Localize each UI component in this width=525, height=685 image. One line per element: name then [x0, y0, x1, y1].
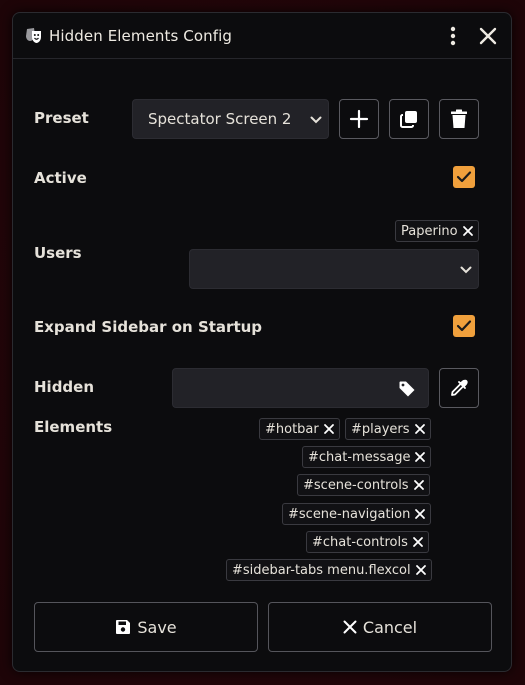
add-preset-button[interactable] — [339, 99, 379, 139]
preset-selected-value: Spectator Screen 2 — [148, 110, 292, 128]
kebab-menu-icon[interactable] — [443, 24, 463, 48]
hidden-tag-label: #chat-message — [308, 449, 411, 465]
hidden-tag-label: #scene-controls — [303, 477, 409, 493]
theater-mask-icon — [26, 27, 41, 43]
active-checkbox[interactable] — [453, 166, 475, 188]
preset-label: Preset — [34, 109, 89, 127]
hidden-label-line1: Hidden — [34, 378, 95, 396]
hidden-tag-hotbar: #hotbar — [259, 418, 340, 440]
checkmark-icon — [456, 171, 472, 183]
hidden-label-line2: Elements — [34, 418, 113, 436]
window-title: Hidden Elements Config — [49, 26, 233, 45]
hidden-tag-label: #hotbar — [265, 421, 319, 437]
hidden-tag-label: #sidebar-tabs menu.flexcol — [232, 562, 411, 578]
eyedropper-icon — [451, 379, 468, 396]
config-window: Hidden Elements Config Preset Spectator … — [12, 12, 512, 672]
window-titlebar[interactable]: Hidden Elements Config — [13, 13, 511, 59]
copy-icon — [400, 111, 417, 128]
remove-tag-icon[interactable] — [413, 479, 425, 491]
users-select[interactable] — [189, 249, 479, 289]
hidden-tag-label: #chat-controls — [312, 534, 408, 550]
delete-preset-button[interactable] — [439, 99, 479, 139]
preset-select[interactable]: Spectator Screen 2 — [132, 99, 329, 139]
close-icon — [343, 620, 357, 634]
hidden-tag-label: #players — [351, 421, 410, 437]
checkmark-icon — [456, 320, 472, 332]
remove-tag-icon[interactable] — [415, 564, 427, 576]
hidden-tag-scene-controls: #scene-controls — [297, 474, 430, 496]
close-icon[interactable] — [477, 25, 499, 47]
plus-icon — [349, 109, 369, 129]
remove-tag-icon[interactable] — [414, 451, 426, 463]
user-tag: Paperino — [395, 220, 479, 242]
active-label: Active — [34, 169, 87, 187]
remove-tag-icon[interactable] — [462, 225, 474, 237]
hidden-tag-players: #players — [345, 418, 431, 440]
user-tag-label: Paperino — [401, 223, 458, 239]
cancel-button-label: Cancel — [362, 617, 418, 637]
hidden-tag-sidebar-tabs: #sidebar-tabs menu.flexcol — [226, 559, 432, 581]
duplicate-preset-button[interactable] — [389, 99, 429, 139]
remove-tag-icon[interactable] — [414, 508, 426, 520]
cancel-button[interactable]: Cancel — [268, 602, 492, 652]
hidden-tag-chat-message: #chat-message — [302, 446, 432, 468]
chevron-down-icon — [460, 266, 472, 274]
save-button[interactable]: Save — [34, 602, 258, 652]
chevron-down-icon — [310, 116, 322, 124]
tag-icon — [399, 381, 415, 397]
hidden-tag-scene-navigation: #scene-navigation — [282, 503, 432, 525]
expand-sidebar-checkbox[interactable] — [453, 315, 475, 337]
hidden-tag-label: #scene-navigation — [288, 506, 411, 522]
save-button-label: Save — [137, 617, 177, 637]
hidden-element-input[interactable] — [172, 368, 429, 408]
remove-tag-icon[interactable] — [412, 536, 424, 548]
remove-tag-icon[interactable] — [323, 423, 335, 435]
expand-sidebar-label: Expand Sidebar on Startup — [34, 318, 263, 336]
users-label: Users — [34, 244, 82, 262]
element-picker-button[interactable] — [439, 368, 479, 408]
trash-icon — [451, 109, 467, 128]
remove-tag-icon[interactable] — [414, 423, 426, 435]
hidden-tag-chat-controls: #chat-controls — [306, 531, 429, 553]
floppy-disk-icon — [116, 620, 131, 634]
